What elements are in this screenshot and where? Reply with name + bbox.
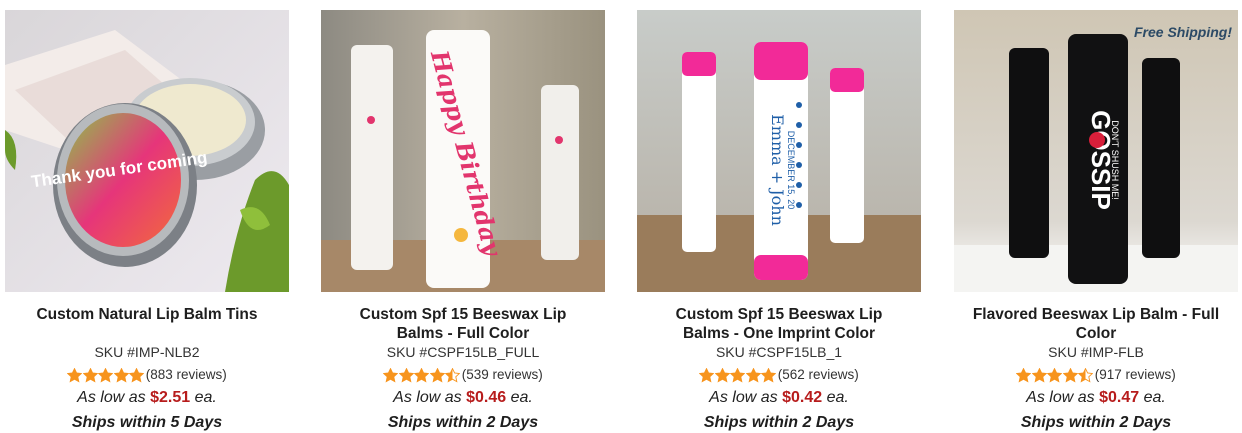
- star-half-icon: [1078, 367, 1094, 382]
- tube-label-text: Emma + John: [768, 114, 787, 226]
- lip-balm-tin-photo: Thank you for coming: [5, 10, 289, 292]
- product-title[interactable]: Custom Spf 15 Beeswax Lip Balms - Full C…: [321, 305, 605, 343]
- product-sku: SKU #IMP-NLB2: [94, 344, 200, 360]
- star-full-icon: [730, 367, 746, 382]
- price-suffix: ea.: [1143, 389, 1166, 406]
- product-price: As low as $0.42 ea.: [637, 388, 921, 408]
- review-count[interactable]: (562 reviews): [778, 366, 859, 384]
- lip-balm-tubes-photo: Emma + John DECEMBER 15, 20: [637, 10, 921, 292]
- product-image[interactable]: Thank you for coming: [5, 10, 289, 292]
- star-full-icon: [429, 367, 445, 382]
- product-rating[interactable]: (539 reviews): [321, 366, 605, 384]
- star-full-icon: [1031, 367, 1047, 382]
- product-card[interactable]: Happy Birthday Custom Spf 15 Beeswax Lip…: [321, 10, 605, 433]
- tube-sublabel-text: DECEMBER 15, 20: [786, 131, 796, 210]
- lip-balm-tubes-photo: Happy Birthday: [321, 10, 605, 292]
- product-rating[interactable]: (562 reviews): [637, 366, 921, 384]
- star-full-icon: [414, 367, 430, 382]
- price-prefix: As low as: [1026, 389, 1095, 406]
- product-title[interactable]: Custom Spf 15 Beeswax Lip Balms - One Im…: [637, 305, 921, 343]
- star-full-icon: [67, 367, 83, 382]
- tube-sublabel-text: DON'T SHUSH ME!: [1110, 120, 1120, 200]
- product-sku: SKU #CSPF15LB_1: [715, 344, 843, 360]
- star-full-icon: [129, 367, 145, 382]
- star-full-icon: [714, 367, 730, 382]
- star-full-icon: [1047, 367, 1063, 382]
- lip-balm-tubes-photo: GOSSIP DON'T SHUSH ME!: [954, 10, 1238, 292]
- product-card[interactable]: Emma + John DECEMBER 15, 20 Custom Spf 1…: [637, 10, 921, 433]
- price-prefix: As low as: [77, 389, 146, 406]
- product-image[interactable]: Happy Birthday: [321, 10, 605, 292]
- free-shipping-badge: Free Shipping!: [1134, 24, 1232, 40]
- price-prefix: As low as: [393, 389, 462, 406]
- product-sku: SKU #CSPF15LB_FULL: [386, 344, 540, 360]
- price-prefix: As low as: [709, 389, 778, 406]
- star-half-icon: [445, 367, 461, 382]
- star-full-icon: [98, 367, 114, 382]
- review-count[interactable]: (539 reviews): [462, 366, 543, 384]
- star-full-icon: [745, 367, 761, 382]
- star-full-icon: [699, 367, 715, 382]
- shipping-time: Ships within 2 Days: [1020, 414, 1172, 431]
- product-grid: Thank you for coming Custom Natural Lip …: [0, 0, 1242, 433]
- star-full-icon: [82, 367, 98, 382]
- rating-stars: [383, 367, 461, 383]
- product-image[interactable]: Emma + John DECEMBER 15, 20: [637, 10, 921, 292]
- product-title[interactable]: Flavored Beeswax Lip Balm - Full Color: [954, 305, 1238, 343]
- rating-stars: [699, 367, 777, 383]
- star-full-icon: [1016, 367, 1032, 382]
- price-suffix: ea.: [510, 389, 533, 406]
- product-price: As low as $0.47 ea.: [954, 388, 1238, 408]
- star-full-icon: [383, 367, 399, 382]
- product-price: As low as $2.51 ea.: [5, 388, 289, 408]
- rating-stars: [67, 367, 145, 383]
- price-suffix: ea.: [826, 389, 849, 406]
- rating-stars: [1016, 367, 1094, 383]
- product-card[interactable]: Thank you for coming Custom Natural Lip …: [5, 10, 289, 433]
- star-full-icon: [113, 367, 129, 382]
- shipping-time: Ships within 5 Days: [71, 414, 223, 431]
- star-full-icon: [761, 367, 777, 382]
- shipping-time: Ships within 2 Days: [387, 414, 539, 431]
- product-card[interactable]: GOSSIP DON'T SHUSH ME! Free Shipping! Fl…: [954, 10, 1238, 433]
- shipping-time: Ships within 2 Days: [703, 414, 855, 431]
- star-full-icon: [398, 367, 414, 382]
- review-count[interactable]: (917 reviews): [1095, 366, 1176, 384]
- price-amount: $0.42: [782, 389, 823, 406]
- price-amount: $2.51: [150, 389, 191, 406]
- price-amount: $0.46: [466, 389, 507, 406]
- product-price: As low as $0.46 ea.: [321, 388, 605, 408]
- product-sku: SKU #IMP-FLB: [1048, 344, 1144, 360]
- product-title[interactable]: Custom Natural Lip Balm Tins: [5, 305, 289, 343]
- price-amount: $0.47: [1099, 389, 1140, 406]
- product-rating[interactable]: (917 reviews): [954, 366, 1238, 384]
- star-full-icon: [1062, 367, 1078, 382]
- product-image[interactable]: GOSSIP DON'T SHUSH ME! Free Shipping!: [954, 10, 1238, 292]
- product-rating[interactable]: (883 reviews): [5, 366, 289, 384]
- price-suffix: ea.: [194, 389, 217, 406]
- review-count[interactable]: (883 reviews): [146, 366, 227, 384]
